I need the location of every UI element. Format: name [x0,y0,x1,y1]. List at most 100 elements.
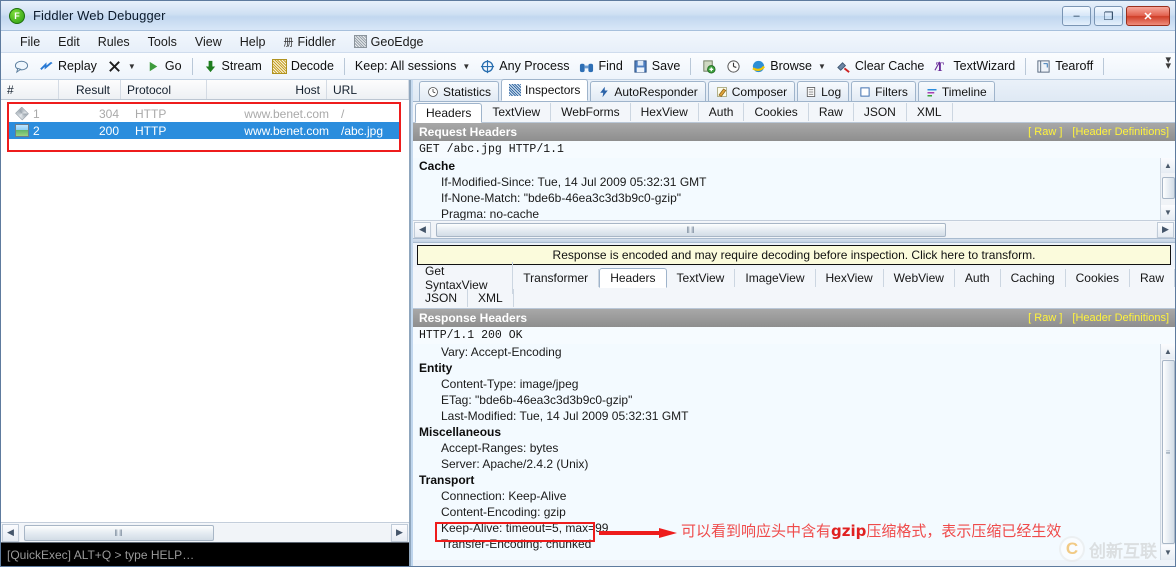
tab-filters[interactable]: Filters [851,81,916,101]
request-tab-headers[interactable]: Headers [415,102,483,123]
response-tab-json[interactable]: JSON [415,289,469,307]
minimize-button[interactable]: – [1062,6,1091,26]
save-button[interactable]: Save [628,57,686,76]
request-tab-webforms[interactable]: WebForms [551,103,631,121]
response-header-etag[interactable]: ETag: "bde6b-46ea3c3d3b9c0-gzip" [413,392,1175,408]
scroll-thumb[interactable]: ‖‖ [24,524,214,541]
scroll-track[interactable]: ‖‖ [432,221,1156,238]
go-button[interactable]: Go [141,57,187,76]
scroll-down-button[interactable]: ▼ [1160,545,1175,560]
request-vertical-scrollbar[interactable]: ▲ ▼ [1160,158,1175,220]
quickexec-input[interactable]: [QuickExec] ALT+Q > type HELP… [1,542,409,566]
column-header-protocol[interactable]: Protocol [121,80,207,99]
scroll-track[interactable]: ‖‖ [20,523,390,542]
request-tab-json[interactable]: JSON [854,103,907,121]
copy-button[interactable] [696,57,721,76]
request-horizontal-scrollbar[interactable]: ◀ ‖‖ ▶ [413,220,1175,238]
scroll-thumb[interactable]: ≡ [1161,360,1175,544]
response-tab-cookies[interactable]: Cookies [1066,268,1130,287]
session-horizontal-scrollbar[interactable]: ◀ ‖‖ ▶ [1,522,409,542]
response-group-entity[interactable]: Entity [413,360,1175,376]
request-tab-cookies[interactable]: Cookies [744,103,809,121]
clear-cache-button[interactable]: Clear Cache [831,57,929,76]
scroll-thumb[interactable]: ‖‖ [436,222,946,237]
request-tab-textview[interactable]: TextView [482,103,552,121]
tab-timeline[interactable]: Timeline [917,81,995,101]
response-header-vary[interactable]: Vary: Accept-Encoding [413,344,1175,360]
tab-composer[interactable]: Composer [707,81,796,101]
column-header-number[interactable]: # [1,80,59,99]
request-raw-link[interactable]: [ Raw ] [1028,126,1062,138]
stream-button[interactable]: Stream [198,57,267,76]
chevron-down-icon[interactable]: ▼ [818,62,826,71]
scroll-right-button[interactable]: ▶ [1157,221,1174,238]
menu-geoedge[interactable]: GeoEdge [345,33,433,51]
process-filter-button[interactable]: Any Process [475,57,574,76]
response-tab-raw[interactable]: Raw [1130,268,1175,287]
remove-button[interactable]: ▼ [102,57,141,76]
text-wizard-button[interactable]: T TextWizard [929,57,1020,76]
browse-button[interactable]: Browse ▼ [746,57,831,76]
request-tab-auth[interactable]: Auth [699,103,745,121]
menu-view[interactable]: View [186,33,231,51]
column-header-host[interactable]: Host [207,80,327,99]
response-header-last-modified[interactable]: Last-Modified: Tue, 14 Jul 2009 05:32:31… [413,408,1175,424]
tab-statistics[interactable]: Statistics [419,81,500,101]
column-header-result[interactable]: Result [59,80,121,99]
chevron-down-icon[interactable]: ▼ [128,62,136,71]
replay-button[interactable]: Replay [34,57,102,76]
panel-splitter[interactable] [413,238,1175,243]
response-tab-xml[interactable]: XML [468,289,514,307]
column-header-url[interactable]: URL [327,80,409,99]
decode-notice-bar[interactable]: Response is encoded and may require deco… [417,245,1171,265]
response-tab-hexview[interactable]: HexView [816,268,884,287]
decode-button[interactable]: Decode [267,57,339,76]
tab-inspectors[interactable]: Inspectors [501,79,589,101]
close-button[interactable]: ✕ [1126,6,1170,26]
response-tab-webview[interactable]: WebView [884,268,955,287]
restore-button[interactable]: ❐ [1094,6,1123,26]
request-header-definitions-link[interactable]: [Header Definitions] [1072,126,1169,138]
request-header-if-modified-since[interactable]: If-Modified-Since: Tue, 14 Jul 2009 05:3… [413,174,1175,190]
find-button[interactable]: Find [574,57,627,76]
table-row[interactable]: 2 200 HTTP www.benet.com /abc.jpg [9,122,399,139]
menu-help[interactable]: Help [231,33,275,51]
response-vertical-scrollbar[interactable]: ▲ ≡ ▼ [1160,344,1175,560]
response-tab-textview[interactable]: TextView [667,268,736,287]
table-row[interactable]: 1 304 HTTP www.benet.com / [9,105,399,122]
scroll-up-button[interactable]: ▲ [1160,158,1175,173]
keep-sessions-dropdown[interactable]: Keep: All sessions ▼ [350,57,475,75]
response-header-server[interactable]: Server: Apache/2.4.2 (Unix) [413,456,1175,472]
request-header-if-none-match[interactable]: If-None-Match: "bde6b-46ea3c3d3b9c0-gzip… [413,190,1175,206]
response-group-transport[interactable]: Transport [413,472,1175,488]
response-header-content-type[interactable]: Content-Type: image/jpeg [413,376,1175,392]
response-header-accept-ranges[interactable]: Accept-Ranges: bytes [413,440,1175,456]
response-header-definitions-link[interactable]: [Header Definitions] [1072,312,1169,324]
menu-file[interactable]: File [11,33,49,51]
tab-autoresponder[interactable]: AutoResponder [590,81,706,101]
scroll-left-button[interactable]: ◀ [2,523,19,542]
request-tab-hexview[interactable]: HexView [631,103,699,121]
response-raw-link[interactable]: [ Raw ] [1028,312,1062,324]
response-header-content-encoding[interactable]: Content-Encoding: gzip [413,504,1175,520]
menu-fiddler[interactable]: 册 Fiddler [274,32,344,51]
response-tab-headers[interactable]: Headers [599,268,667,288]
scroll-up-button[interactable]: ▲ [1160,344,1175,359]
scroll-thumb[interactable] [1161,177,1175,199]
response-header-connection[interactable]: Connection: Keep-Alive [413,488,1175,504]
chevron-down-icon[interactable]: ▼ [462,62,470,71]
request-header-pragma[interactable]: Pragma: no-cache [413,206,1175,220]
response-tab-transformer[interactable]: Transformer [513,268,600,287]
tearoff-button[interactable]: Tearoff [1031,57,1098,76]
menu-edit[interactable]: Edit [49,33,89,51]
request-tab-raw[interactable]: Raw [809,103,854,121]
request-tab-xml[interactable]: XML [907,103,953,121]
toolbar-overflow-button[interactable]: ▾ ▾ [1165,55,1171,72]
timer-button[interactable] [721,57,746,76]
comment-button[interactable] [9,57,34,76]
request-group-cache[interactable]: Cache [413,158,1175,174]
response-tab-auth[interactable]: Auth [955,268,1001,287]
response-tab-caching[interactable]: Caching [1001,268,1066,287]
response-tab-imageview[interactable]: ImageView [735,268,816,287]
scroll-left-button[interactable]: ◀ [414,221,431,238]
